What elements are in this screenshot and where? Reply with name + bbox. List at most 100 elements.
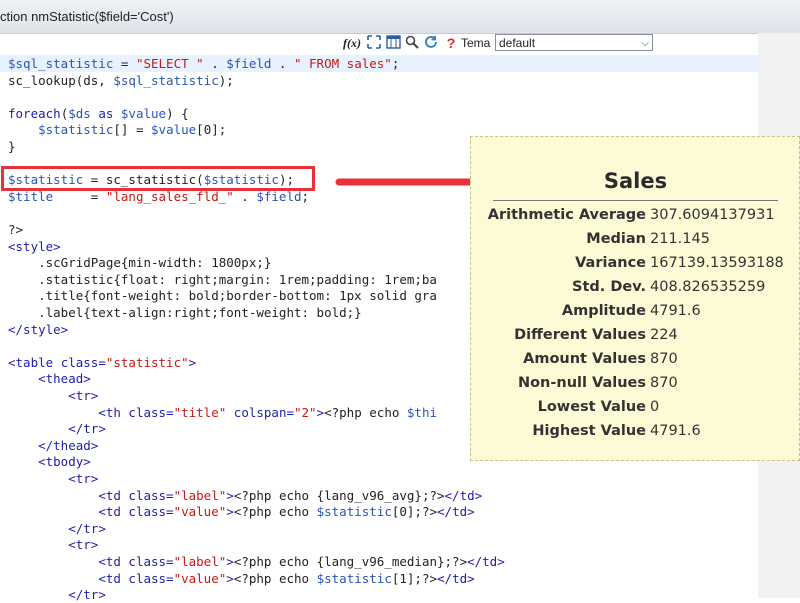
code-token: $title — [8, 188, 54, 204]
code-token: .title{font-weight: bold;border-bottom: … — [8, 288, 437, 304]
stat-row: Highest Value 4791.6 — [471, 419, 800, 443]
code-token: $field — [226, 56, 272, 71]
stat-value: 224 — [650, 327, 678, 343]
stat-row: Lowest Value 0 — [471, 395, 800, 419]
code-token: class= — [128, 570, 174, 586]
code-token: "label" — [173, 554, 227, 569]
help-icon[interactable]: ? — [443, 35, 459, 51]
code-token: = — [113, 56, 136, 71]
stat-label: Highest Value — [532, 423, 646, 439]
function-icon[interactable]: f(x) — [343, 35, 361, 51]
code-token: > — [226, 487, 234, 503]
code-token: $ds — [68, 105, 91, 121]
editor-toolbar: f(x) ? Tema default ⌵ — [0, 33, 758, 55]
code-line[interactable]: sc_lookup(ds, $sql_statistic); — [0, 72, 758, 89]
stat-row: Non-null Values 870 — [471, 371, 800, 395]
code-token: </tr> — [68, 587, 106, 603]
theme-select-value: default — [499, 36, 536, 50]
code-token: } — [8, 139, 16, 154]
code-token: </style> — [8, 321, 69, 337]
stat-label: Non-null Values — [517, 375, 646, 391]
code-token: > — [226, 570, 234, 586]
code-token: </thead> — [38, 437, 99, 453]
code-token: ; — [391, 56, 400, 71]
code-token: ); — [218, 72, 234, 88]
refresh-icon[interactable] — [423, 35, 439, 51]
code-line[interactable]: <td class="value"><?php echo $statistic[… — [0, 503, 758, 520]
code-token: "title" — [173, 404, 227, 420]
stat-value: 0 — [650, 399, 660, 415]
code-line[interactable]: <td class="label"><?php echo {lang_v96_m… — [0, 553, 758, 570]
code-token: class= — [128, 554, 174, 569]
code-token: [1];?> — [391, 570, 438, 586]
code-token: </td> — [437, 504, 475, 520]
code-token: . — [233, 188, 257, 204]
stat-value: 307.6094137931 — [650, 207, 775, 223]
code-token: as — [90, 105, 121, 121]
code-token: <td — [98, 570, 129, 586]
panel-title: Sales — [603, 169, 668, 193]
code-token: "value" — [173, 570, 227, 586]
code-token: <tr> — [68, 471, 99, 486]
code-token: .scGridPage{min-width: 1800px;} — [8, 255, 272, 271]
stat-label: Different Values — [514, 327, 646, 343]
code-token: <?php echo {lang_v96_avg};?> — [233, 487, 445, 503]
code-line[interactable]: <tr> — [0, 470, 758, 487]
code-token: [0]; — [196, 122, 227, 138]
stat-row: Std. Dev. 408.826535259 — [471, 275, 800, 299]
stat-row: Median 211.145 — [471, 227, 800, 251]
code-token: class= — [60, 354, 106, 370]
stat-row: Amplitude 4791.6 — [471, 299, 800, 323]
code-token: $value — [151, 122, 197, 138]
panel-icon[interactable] — [385, 35, 401, 51]
code-token: $field — [256, 188, 302, 204]
code-line[interactable]: <td class="value"><?php echo $statistic[… — [0, 570, 758, 587]
search-icon[interactable] — [404, 35, 420, 51]
stat-label: Amplitude — [561, 303, 646, 319]
code-line[interactable]: <tr> — [0, 536, 758, 553]
code-token: <style> — [8, 238, 61, 254]
window-titlebar: ction nmStatistic($field='Cost') — [0, 0, 800, 34]
stat-label: Arithmetic Average — [487, 207, 646, 223]
code-token: "value" — [173, 504, 227, 520]
highlight-callout-box — [1, 166, 315, 191]
code-token: $statistic — [316, 504, 392, 520]
code-token: [0];?> — [391, 504, 438, 520]
stat-label: Lowest Value — [537, 399, 646, 415]
code-token: . — [271, 56, 294, 71]
window-title: ction nmStatistic($field='Cost') — [0, 9, 174, 24]
code-token: </td> — [467, 554, 505, 569]
code-token: colspan= — [226, 404, 294, 420]
stat-value: 4791.6 — [650, 303, 701, 319]
code-token: > — [188, 354, 197, 370]
code-token: > — [226, 554, 234, 569]
code-token: foreach — [8, 105, 61, 121]
expand-icon[interactable] — [366, 35, 382, 51]
code-line[interactable]: foreach($ds as $value) { — [0, 105, 758, 122]
code-token: $thi — [406, 404, 438, 420]
theme-label: Tema — [461, 36, 491, 50]
code-line[interactable] — [0, 88, 758, 105]
theme-select[interactable]: default ⌵ — [495, 34, 653, 51]
code-line[interactable]: </tr> — [0, 520, 758, 537]
code-line[interactable]: <td class="label"><?php echo {lang_v96_a… — [0, 487, 758, 504]
code-line[interactable]: </tr> — [0, 586, 758, 603]
code-token: .label{text-align:right;font-weight: bol… — [8, 305, 362, 320]
code-token: <?php echo — [233, 570, 317, 586]
stat-value: 4791.6 — [650, 423, 701, 439]
code-token: . — [203, 56, 227, 71]
statistics-panel: Sales Arithmetic Average 307.6094137931 Me… — [470, 136, 800, 461]
code-token: " FROM sales" — [293, 56, 392, 71]
code-token: <?php echo — [233, 504, 317, 520]
code-line[interactable]: $sql_statistic = "SELECT " . $field . " … — [0, 55, 758, 72]
